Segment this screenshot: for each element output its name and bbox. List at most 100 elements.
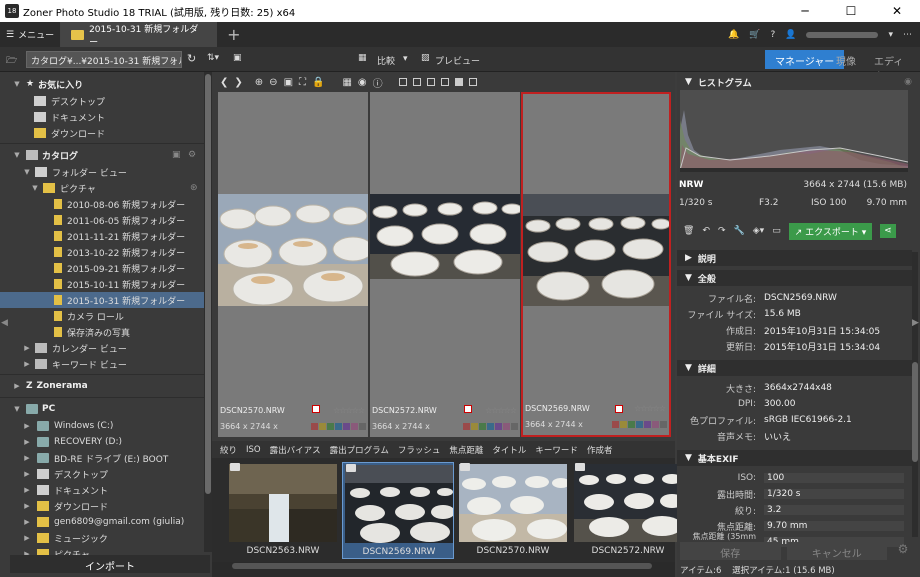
rating-stars[interactable]: ☆☆☆☆☆ <box>634 404 666 413</box>
field-value[interactable]: 1/320 s <box>764 489 904 499</box>
collapse-arrow-icon[interactable]: ▼ <box>30 184 40 192</box>
collapse-arrow-icon[interactable]: ▼ <box>12 80 22 88</box>
collapse-right-panel-icon[interactable]: ▶ <box>912 318 919 328</box>
collapse-arrow-icon[interactable]: ▼ <box>22 168 32 176</box>
sync-icon[interactable]: ⊛ <box>190 183 198 193</box>
filter-exposure-bias[interactable]: 露出バイアス <box>270 444 321 456</box>
compare-dropdown-icon[interactable]: ▾ <box>403 54 408 64</box>
compare-cell[interactable]: DSCN2570.NRW ☆☆☆☆☆ 3664 x 2744 x <box>218 92 368 437</box>
fit-icon[interactable]: ⛶ <box>299 77 306 88</box>
refresh-icon[interactable]: ↻ <box>187 52 196 65</box>
preview-button[interactable]: プレビュー <box>435 54 480 67</box>
sidebar-item-documents[interactable]: ドキュメント <box>0 109 212 125</box>
import-button[interactable]: インポート <box>10 555 210 573</box>
sidebar-item-desktop[interactable]: デスクトップ <box>0 93 212 109</box>
pc-header[interactable]: ▼ PC <box>0 400 212 418</box>
add-folder-icon[interactable]: ▣ <box>172 150 181 160</box>
more-icon[interactable]: ⋯ <box>903 30 912 40</box>
saved-photos-item[interactable]: 保存済みの写真 <box>0 324 212 340</box>
folder-item[interactable]: 2010-08-06 新規フォルダー <box>0 196 212 212</box>
expand-arrow-icon[interactable]: ▶ <box>22 470 32 478</box>
keyword-view-item[interactable]: ▶ キーワード ビュー <box>0 356 212 372</box>
filter-author[interactable]: 作成者 <box>587 444 613 456</box>
path-field[interactable]: カタログ¥...¥2015-10-31 新規フォルダー <box>26 51 182 68</box>
help-icon[interactable]: ? <box>770 30 775 40</box>
panel-scrollbar[interactable] <box>912 252 918 537</box>
gear-icon[interactable]: ⚙ <box>893 542 913 560</box>
menu-button[interactable]: ☰ メニュー <box>0 22 62 47</box>
info-icon[interactable]: ⓘ <box>373 75 383 90</box>
actual-size-icon[interactable]: ▣ <box>284 77 293 88</box>
account-dropdown-icon[interactable]: ▾ <box>888 30 893 40</box>
add-tab-button[interactable]: + <box>227 25 240 44</box>
zonerama-header[interactable]: ▶ Z Zonerama <box>0 377 212 395</box>
expand-arrow-icon[interactable]: ▶ <box>22 502 32 510</box>
folder-tree-icon[interactable]: 🗁 <box>6 53 17 69</box>
filmstrip-scrollbar[interactable] <box>212 562 675 570</box>
collapse-arrow-icon[interactable]: ▼ <box>685 453 692 463</box>
sort-icon[interactable]: ⇅▾ <box>207 53 219 63</box>
lock-icon[interactable]: 🔒 <box>312 77 324 88</box>
folder-item[interactable]: 2015-10-11 新規フォルダー <box>0 276 212 292</box>
bell-icon[interactable]: 🔔 <box>728 30 739 40</box>
compare-cell[interactable]: DSCN2572.NRW ☆☆☆☆☆ 3664 x 2744 x <box>370 92 520 437</box>
sidebar-scrollbar[interactable] <box>204 72 212 552</box>
zoom-in-icon[interactable]: ⊕ <box>255 77 263 88</box>
folder-view-item[interactable]: ▼ フォルダー ビュー <box>0 164 212 180</box>
reject-flag-icon[interactable] <box>615 405 623 413</box>
zoom-out-icon[interactable]: ⊖ <box>269 77 277 88</box>
layout-two-rows-icon[interactable] <box>412 78 421 86</box>
filter-exposure-program[interactable]: 露出プログラム <box>330 444 389 456</box>
save-button[interactable]: 保存 <box>680 542 781 560</box>
layout-three-rows-icon[interactable] <box>440 78 449 86</box>
layout-single-icon[interactable] <box>398 78 407 86</box>
expand-arrow-icon[interactable]: ▶ <box>22 438 32 446</box>
compare-cell-selected[interactable]: DSCN2569.NRW ☆☆☆☆☆ 3664 x 2744 x <box>521 92 671 437</box>
next-icon[interactable]: ❯ <box>234 77 242 88</box>
drive-item[interactable]: ▶ Windows (C:) <box>0 418 212 434</box>
filter-flash[interactable]: フラッシュ <box>398 444 441 456</box>
rotate-right-icon[interactable]: ↷ <box>718 226 726 236</box>
thumbnail[interactable]: DSCN2572.NRW <box>572 462 684 559</box>
filter-iso[interactable]: ISO <box>246 445 261 455</box>
expand-arrow-icon[interactable]: ▶ <box>22 360 32 368</box>
close-button[interactable]: ✕ <box>874 4 920 18</box>
field-value[interactable]: 9.70 mm <box>764 521 904 531</box>
new-folder-icon[interactable]: ▣ <box>233 53 242 63</box>
expand-arrow-icon[interactable]: ▶ <box>22 486 32 494</box>
thumbnail-selected[interactable]: DSCN2569.NRW <box>342 462 454 559</box>
minimize-button[interactable]: ─ <box>782 4 828 18</box>
drive-item[interactable]: ▶ RECOVERY (D:) <box>0 434 212 450</box>
scrollbar-thumb[interactable] <box>205 74 211 494</box>
tab-editor[interactable]: エディター <box>864 50 920 83</box>
detail-header[interactable]: ▼ 詳細 <box>677 360 912 376</box>
rotate-left-icon[interactable]: ↶ <box>702 226 710 236</box>
folder-item[interactable]: 2013-10-22 新規フォルダー <box>0 244 212 260</box>
grid-icon[interactable]: ▦ <box>342 77 351 88</box>
delete-icon[interactable]: 🗑 <box>683 226 694 236</box>
search-icon[interactable]: ⌕ <box>170 52 176 66</box>
color-labels[interactable] <box>612 421 667 428</box>
general-header[interactable]: ▼ 全般 <box>677 270 912 286</box>
calendar-view-item[interactable]: ▶ カレンダー ビュー <box>0 340 212 356</box>
folder-item[interactable]: 2011-11-21 新規フォルダー <box>0 228 212 244</box>
maximize-button[interactable]: ☐ <box>828 4 874 18</box>
histogram-header[interactable]: ▼ ヒストグラム ◉ <box>677 74 920 90</box>
scrollbar-thumb[interactable] <box>232 563 652 569</box>
gear-icon[interactable]: ⚙ <box>188 150 196 160</box>
field-value[interactable]: 3.2 <box>764 505 904 515</box>
drive-item[interactable]: ▶ ミュージック <box>0 530 212 546</box>
histogram-settings-icon[interactable]: ◉ <box>904 77 912 87</box>
circle-icon[interactable]: ◉ <box>358 77 367 88</box>
folder-item[interactable]: 2015-09-21 新規フォルダー <box>0 260 212 276</box>
exif-header[interactable]: ▼ 基本EXIF <box>677 450 912 466</box>
filter-keywords[interactable]: キーワード <box>535 444 578 456</box>
slideshow-icon[interactable]: ▭ <box>772 226 781 236</box>
expand-arrow-icon[interactable]: ▶ <box>22 454 32 462</box>
share-button[interactable]: ⋖ <box>880 224 896 238</box>
pictures-item[interactable]: ▼ ピクチャ ⊛ <box>0 180 212 196</box>
compare-label[interactable]: 比較 <box>377 54 395 67</box>
drive-item[interactable]: ▶ ダウンロード <box>0 498 212 514</box>
layout-two-cols-icon[interactable] <box>426 78 435 86</box>
drive-item[interactable]: ▶ デスクトップ <box>0 466 212 482</box>
